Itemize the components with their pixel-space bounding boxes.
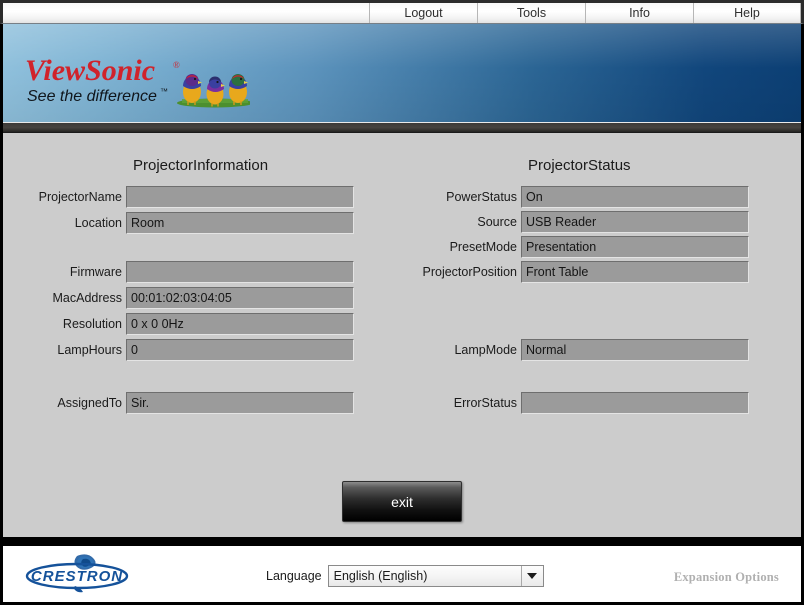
value-firmware[interactable]	[126, 261, 354, 283]
menu-item-info-label: Info	[629, 6, 650, 20]
crestron-wordmark: CRESTRON	[31, 568, 123, 585]
window-edge-left	[0, 24, 3, 605]
finch-birds-icon	[177, 74, 250, 108]
value-lamphours[interactable]: 0	[126, 339, 354, 361]
projector-web-control-page: Logout Tools Info Help ViewSonic ® See t…	[0, 0, 804, 605]
language-select[interactable]: English (English)	[327, 565, 544, 587]
value-projectorname[interactable]	[126, 186, 354, 208]
label-firmware: Firmware	[69, 265, 122, 279]
value-assignedto[interactable]: Sir.	[126, 392, 354, 414]
label-assignedto: AssignedTo	[57, 396, 122, 410]
value-presetmode[interactable]: Presentation	[521, 236, 749, 258]
menu-item-logout[interactable]: Logout	[369, 3, 477, 23]
value-macaddress[interactable]: 00:01:02:03:04:05	[126, 287, 354, 309]
registered-mark-icon: ®	[173, 60, 180, 70]
brand-banner: ViewSonic ® See the difference ™	[3, 24, 801, 122]
label-presetmode: PresetMode	[449, 240, 517, 254]
value-lampmode[interactable]: Normal	[521, 339, 749, 361]
chevron-down-icon[interactable]	[520, 566, 543, 586]
language-selector-group: Language English (English)	[266, 565, 544, 587]
label-projectorname: ProjectorName	[38, 190, 122, 204]
viewsonic-logo: ViewSonic ® See the difference ™	[25, 54, 250, 108]
value-powerstatus[interactable]: On	[521, 186, 749, 208]
footer-bar: CRESTRON Language English (English) Expa…	[3, 546, 801, 602]
value-errorstatus[interactable]	[521, 392, 749, 414]
menu-item-tools[interactable]: Tools	[477, 3, 585, 23]
label-lampmode: LampMode	[454, 343, 517, 357]
label-projectorposition: ProjectorPosition	[422, 265, 518, 279]
label-errorstatus: ErrorStatus	[453, 396, 517, 410]
projector-status-title: ProjectorStatus	[528, 157, 631, 174]
banner-divider	[3, 122, 801, 133]
viewsonic-wordmark: ViewSonic	[25, 54, 155, 87]
menu-item-help-label: Help	[734, 6, 760, 20]
exit-button[interactable]: exit	[342, 481, 462, 522]
language-label: Language	[266, 569, 322, 583]
trademark-mark-icon: ™	[160, 87, 168, 96]
value-resolution[interactable]: 0 x 0 0Hz	[126, 313, 354, 335]
value-source[interactable]: USB Reader	[521, 211, 749, 233]
top-menu-bar: Logout Tools Info Help	[0, 0, 804, 24]
menu-item-info[interactable]: Info	[585, 3, 693, 23]
label-macaddress: MacAddress	[52, 291, 122, 305]
value-location[interactable]: Room	[126, 212, 354, 234]
language-select-value: English (English)	[333, 569, 428, 583]
viewsonic-tagline: See the difference	[27, 88, 157, 105]
label-lamphours: LampHours	[57, 343, 122, 357]
label-source: Source	[477, 215, 517, 229]
projector-information-title: ProjectorInformation	[133, 157, 269, 174]
exit-button-label: exit	[391, 493, 413, 510]
label-powerstatus: PowerStatus	[446, 190, 517, 204]
menu-item-tools-label: Tools	[516, 6, 547, 20]
label-location: Location	[74, 216, 122, 230]
label-resolution: Resolution	[62, 317, 122, 331]
value-projectorposition[interactable]: Front Table	[521, 261, 749, 283]
menu-item-logout-label: Logout	[404, 6, 443, 20]
footer-divider	[3, 537, 801, 546]
expansion-options-link[interactable]: Expansion Options	[674, 570, 779, 585]
menu-item-help[interactable]: Help	[693, 3, 801, 23]
crestron-logo: CRESTRON	[25, 554, 129, 593]
